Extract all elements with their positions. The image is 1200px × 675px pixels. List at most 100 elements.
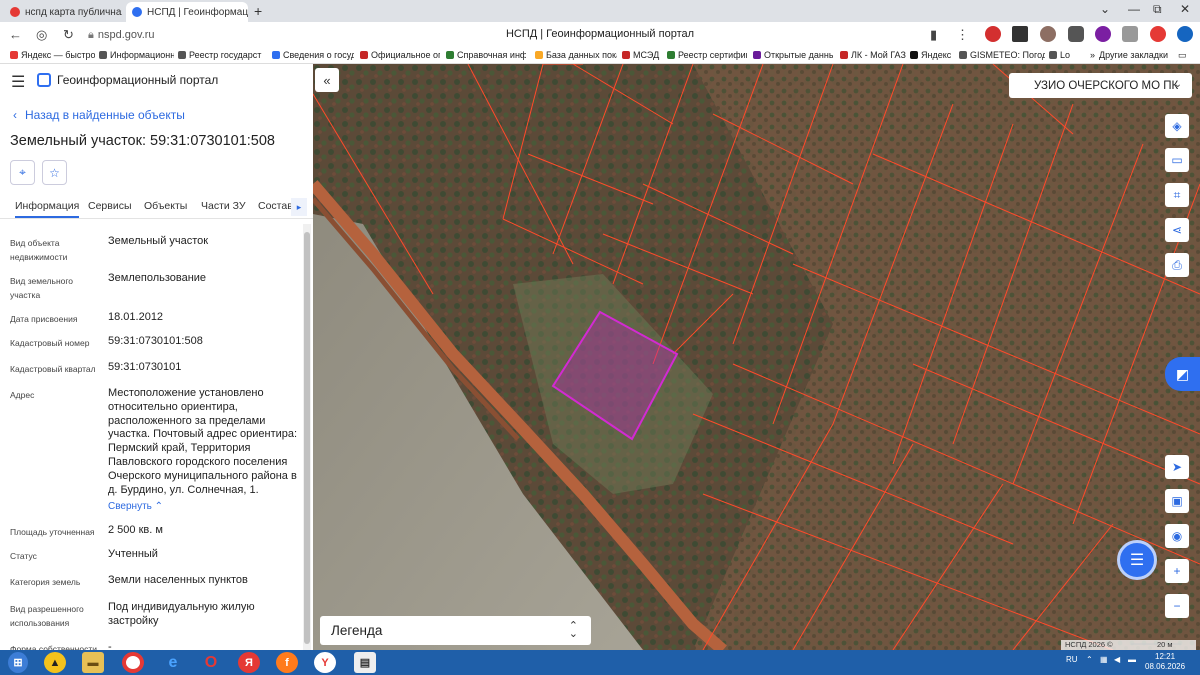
download-icon[interactable]	[1177, 26, 1193, 42]
chrome-icon[interactable]	[122, 652, 144, 673]
select-area-button[interactable]: ⌗	[1165, 183, 1189, 207]
other-bookmarks-label: Другие закладки	[1099, 50, 1168, 60]
tray-chevron-icon[interactable]: ⌃	[1086, 655, 1093, 664]
satellite-map[interactable]	[313, 64, 1200, 650]
network-icon[interactable]: ▦	[1100, 655, 1108, 664]
legend-dropdown[interactable]: Легенда ⌃ ⌄	[320, 616, 591, 645]
reload-icon[interactable]: ↻	[63, 27, 74, 43]
hamburger-menu-icon[interactable]: ☰	[11, 72, 25, 92]
layers-button[interactable]: ◈	[1165, 114, 1189, 138]
tab-information[interactable]: Информация	[15, 200, 80, 218]
folder-icon[interactable]: ▭	[1178, 50, 1194, 61]
show-on-map-button[interactable]: ⌖	[10, 160, 35, 185]
bookmark-label: Реестр сертифик	[678, 50, 747, 60]
bookmark-item[interactable]: Официальное оп	[360, 50, 440, 60]
favorite-button[interactable]: ☆	[42, 160, 67, 185]
bookmark-icon	[535, 51, 543, 59]
print-button[interactable]: ⎙	[1165, 253, 1189, 277]
language-indicator[interactable]: RU	[1066, 655, 1078, 664]
bookmark-item[interactable]: ЛК - Мой ГАЗ	[840, 50, 906, 60]
bookmark-item[interactable]: Реестр сертифик	[667, 50, 747, 60]
tab-services[interactable]: Сервисы	[88, 200, 132, 212]
back-arrow-icon[interactable]: ←	[9, 27, 22, 42]
restore-icon[interactable]: ⌄	[1100, 2, 1110, 16]
url-text: nspd.gov.ru	[97, 29, 155, 41]
address-bar[interactable]: 🔒︎ nspd.gov.ru	[88, 25, 168, 45]
panel-scrollbar-thumb[interactable]	[304, 232, 310, 644]
side-panel-tab[interactable]: ◩	[1165, 357, 1200, 391]
tab-composition[interactable]: Состав	[258, 200, 293, 212]
bookmark-item[interactable]: Lo	[1049, 50, 1071, 60]
collapse-panel-button[interactable]: «	[315, 68, 339, 92]
bookmark-item[interactable]: База данных пока	[535, 50, 617, 60]
share-button[interactable]: ⋖	[1165, 218, 1189, 242]
bookmark-item[interactable]: Справочная инф	[446, 50, 526, 60]
my-location-button[interactable]: ➤	[1165, 455, 1189, 479]
notification-icon[interactable]	[1150, 26, 1166, 42]
field-label: Форма собственности	[10, 644, 97, 650]
bookmark-icon	[10, 51, 18, 59]
maximize-icon[interactable]: ⧉	[1153, 2, 1162, 17]
more-icon[interactable]: ⋮	[956, 27, 969, 43]
bookmark-item[interactable]: Яндекс	[910, 50, 955, 60]
zoom-out-button[interactable]: −	[1165, 594, 1189, 618]
other-bookmarks[interactable]: » Другие закладки	[1090, 50, 1170, 60]
back-to-results-link[interactable]: ‹ Назад в найденные объекты	[13, 108, 185, 122]
yandex-icon[interactable]: Y	[314, 652, 336, 673]
bookmark-item[interactable]: GISMETEO: Погод	[959, 50, 1045, 60]
clock[interactable]: 12:21 08.06.2026	[1145, 652, 1185, 672]
bookmark-item[interactable]: Открытые данны	[753, 50, 833, 60]
field-value: Учтенный	[108, 548, 158, 560]
collapse-link[interactable]: Свернуть ⌃	[108, 501, 163, 512]
browser-tab-active[interactable]: НСПД | Геоинформацион ✕	[126, 2, 248, 22]
start-button[interactable]: ⊞	[8, 652, 28, 673]
yandex-browser-icon[interactable]: Я	[238, 652, 260, 673]
municipality-selector[interactable]: УЗИО ОЧЕРСКОГО МО ПК ⌄	[1009, 73, 1192, 98]
minimize-icon[interactable]: —	[1128, 2, 1140, 16]
bookmark-item[interactable]: Информационно	[99, 50, 174, 60]
adblock-icon[interactable]	[985, 26, 1001, 42]
bookmark-icon	[959, 51, 967, 59]
object-info-panel: ☰ Геоинформационный портал ‹ Назад в найд…	[0, 64, 313, 650]
extension-icon[interactable]	[1040, 26, 1056, 42]
bookmark-item[interactable]: Яндекс — быстро	[10, 50, 95, 60]
address-value: Местоположение установлено относительно …	[108, 387, 298, 496]
tabs-scroll-right-icon[interactable]: ▸	[291, 198, 307, 216]
field-label: Вид разрешенного использования	[10, 604, 84, 628]
portal-name: Геоинформационный портал	[57, 73, 219, 87]
bookmark-icon[interactable]: ▮	[930, 27, 937, 43]
extension-icon[interactable]	[1012, 26, 1028, 42]
extension-icon[interactable]	[1068, 26, 1084, 42]
chevron-updown-icon: ⌃ ⌄	[568, 620, 578, 640]
document-icon[interactable]: ▤	[354, 652, 376, 673]
extension-icon[interactable]	[1095, 26, 1111, 42]
copyright-text: НСПД 2026 ©	[1065, 640, 1113, 649]
extension-icon[interactable]	[1122, 26, 1138, 42]
app-icon[interactable]: ▲	[44, 652, 66, 673]
measure-button[interactable]: ▭	[1165, 148, 1189, 172]
firefox-icon[interactable]: f	[276, 652, 298, 673]
opera-icon[interactable]: O	[200, 652, 222, 673]
adblock-shield-icon[interactable]: ◎	[36, 27, 47, 43]
bookmark-item[interactable]: МСЭД	[622, 50, 662, 60]
geosearch-button[interactable]: ◉	[1165, 524, 1189, 548]
chat-button[interactable]: ☰	[1117, 540, 1157, 580]
zoom-in-button[interactable]: +	[1165, 559, 1189, 583]
tab-parts[interactable]: Части ЗУ	[201, 200, 246, 212]
bookmark-item[interactable]: Сведения о госуд	[272, 50, 354, 60]
print-icon: ⎙	[1172, 257, 1182, 272]
bookmark-label: База данных пока	[546, 50, 617, 60]
close-window-icon[interactable]: ✕	[1180, 2, 1190, 16]
explorer-icon[interactable]: ▬	[82, 652, 104, 673]
tab-objects[interactable]: Объекты	[144, 200, 187, 212]
bookmark-item[interactable]: Реестр государст	[178, 50, 266, 60]
battery-icon[interactable]: ▬	[1128, 655, 1136, 664]
ie-icon[interactable]: e	[162, 652, 184, 673]
new-tab-icon[interactable]: +	[254, 3, 262, 19]
map-view[interactable]	[313, 64, 1200, 650]
minimap-button[interactable]: ▣	[1165, 489, 1189, 513]
chevron-right-icon: »	[1090, 50, 1096, 60]
browser-tab-search[interactable]: нспд карта публичная кад	[4, 2, 122, 22]
minimap-icon: ▣	[1171, 494, 1183, 508]
volume-icon[interactable]: ◀	[1114, 655, 1120, 664]
